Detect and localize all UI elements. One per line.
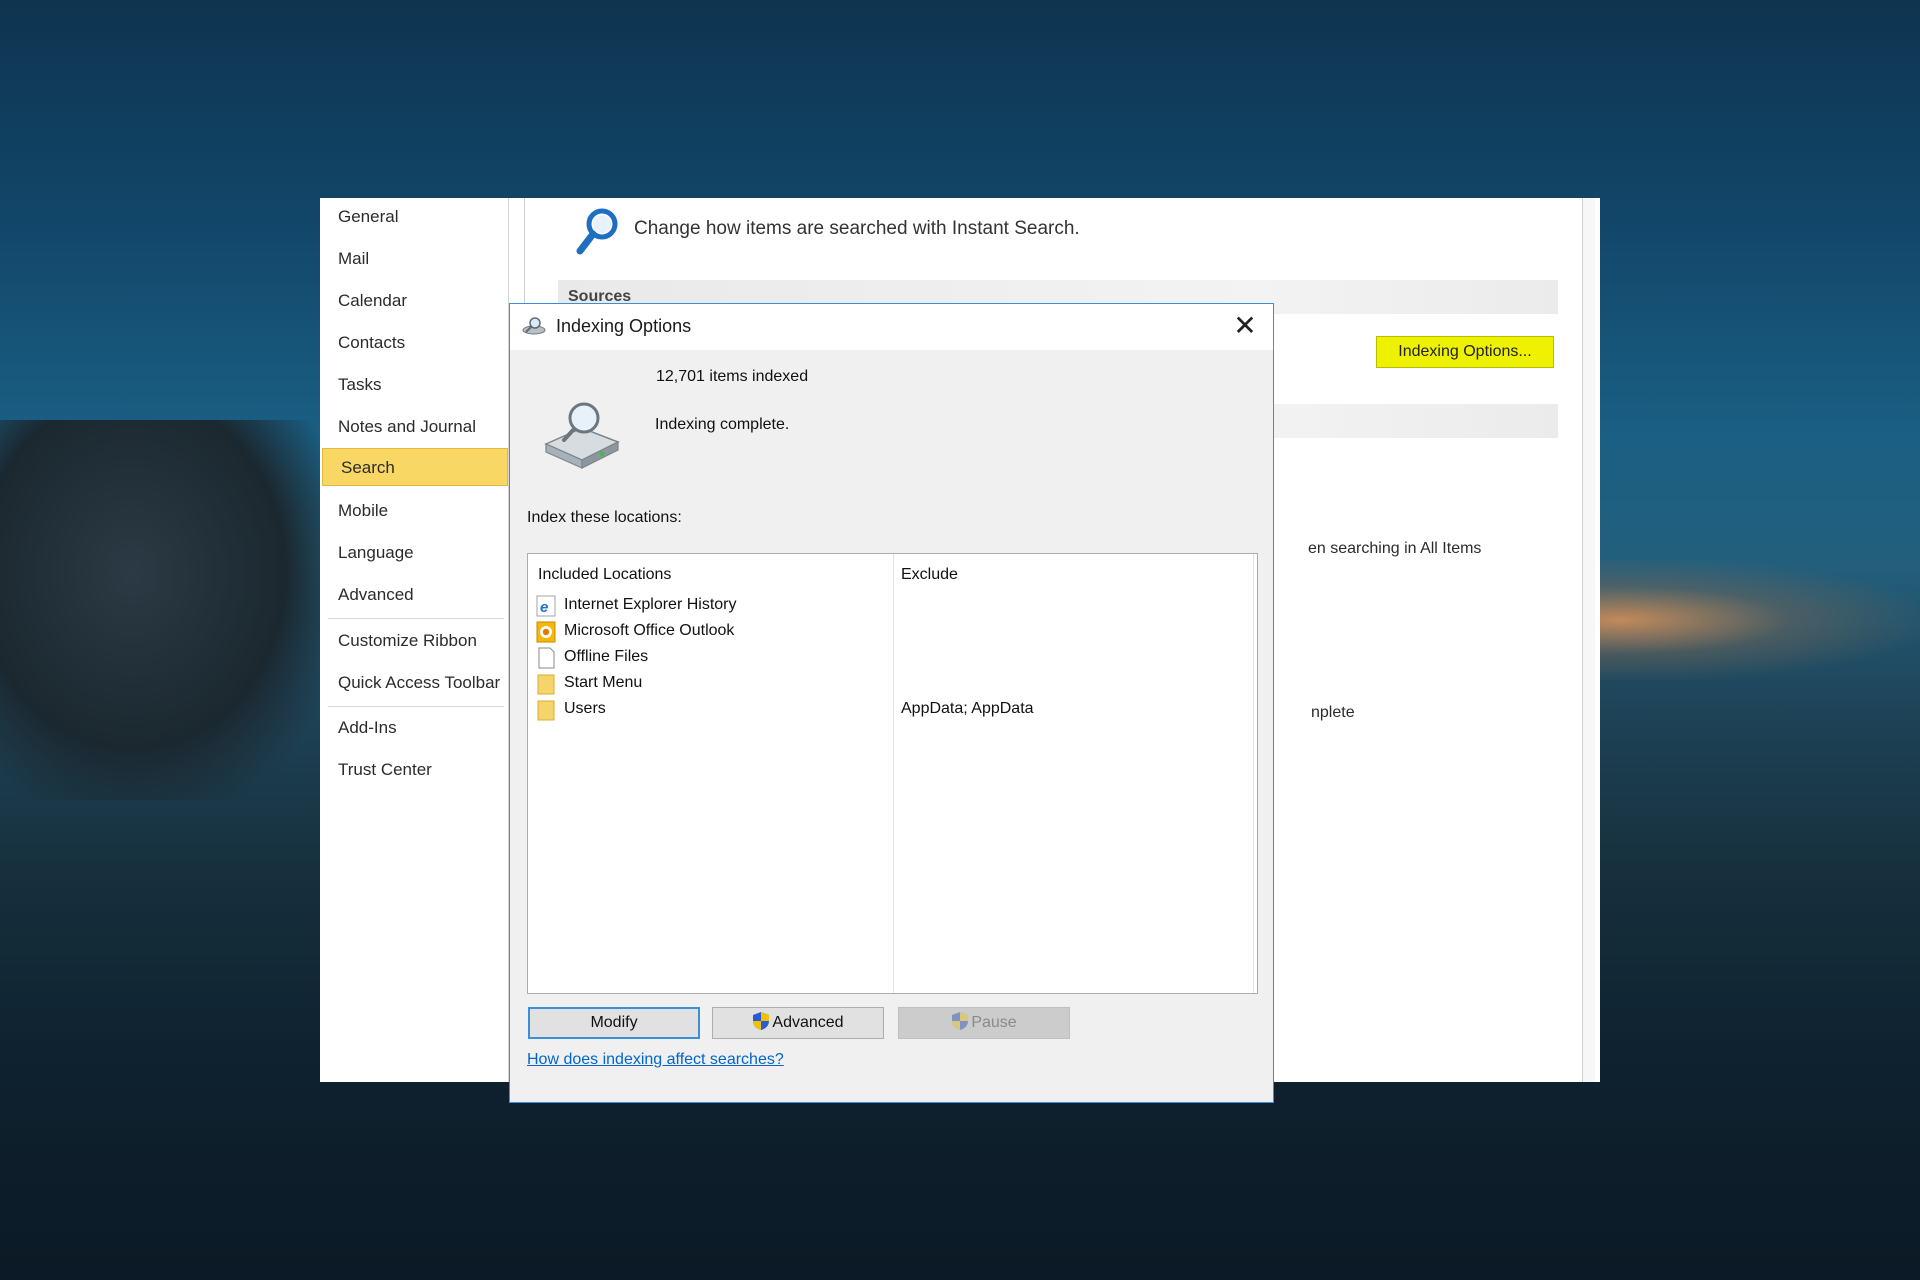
- location-name: Microsoft Office Outlook: [564, 622, 735, 639]
- nav-item-mobile[interactable]: Mobile: [320, 492, 508, 530]
- advanced-button[interactable]: Advanced: [712, 1007, 884, 1039]
- nav-item-general[interactable]: General: [320, 198, 508, 236]
- column-header-included[interactable]: Included Locations: [538, 566, 671, 584]
- pause-label: Pause: [971, 1014, 1017, 1031]
- table-row[interactable]: Start Menu: [536, 671, 896, 697]
- all-items-option-text: en searching in All Items: [1308, 540, 1482, 557]
- items-indexed-count: 12,701 items indexed: [656, 368, 809, 385]
- location-name: Start Menu: [564, 674, 643, 691]
- indexing-status: Indexing complete.: [655, 416, 790, 433]
- locations-label: Index these locations:: [527, 509, 682, 526]
- advanced-label: Advanced: [772, 1014, 844, 1031]
- nav-item-quick-access-toolbar[interactable]: Quick Access Toolbar: [320, 664, 508, 702]
- outlook-icon: [536, 621, 556, 643]
- pause-button[interactable]: Pause: [898, 1007, 1070, 1039]
- nav-item-mail[interactable]: Mail: [320, 240, 508, 278]
- location-name: Internet Explorer History: [564, 596, 737, 613]
- ie-icon: e: [536, 595, 556, 617]
- nav-divider: [328, 618, 504, 619]
- dialog-title-bar: Indexing Options ✕: [510, 304, 1273, 350]
- nav-divider: [328, 706, 504, 707]
- nav-item-calendar[interactable]: Calendar: [320, 282, 508, 320]
- locations-table: Included Locations Exclude e Internet Ex…: [527, 553, 1258, 994]
- nav-item-tasks[interactable]: Tasks: [320, 366, 508, 404]
- background-rock: [0, 420, 330, 800]
- nav-item-contacts[interactable]: Contacts: [320, 324, 508, 362]
- table-row[interactable]: Users: [536, 697, 896, 723]
- nav-item-advanced[interactable]: Advanced: [320, 576, 508, 614]
- file-icon: [538, 647, 555, 669]
- nav-item-add-ins[interactable]: Add-Ins: [320, 709, 508, 747]
- table-row[interactable]: e Internet Explorer History: [536, 593, 896, 619]
- options-nav: General Mail Calendar Contacts Tasks Not…: [320, 198, 509, 1082]
- dialog-title: Indexing Options: [556, 316, 692, 336]
- table-row[interactable]: Microsoft Office Outlook: [536, 619, 896, 645]
- modify-button[interactable]: Modify: [528, 1007, 700, 1039]
- uac-shield-icon: [753, 1012, 770, 1030]
- indexing-options-dialog: Indexing Options ✕ 12,701 items indexed …: [509, 303, 1274, 1103]
- svg-text:e: e: [540, 599, 548, 616]
- nav-item-customize-ribbon[interactable]: Customize Ribbon: [320, 622, 508, 660]
- nav-item-language[interactable]: Language: [320, 534, 508, 572]
- search-options-heading: Change how items are searched with Insta…: [634, 218, 1080, 239]
- nav-item-notes-journal[interactable]: Notes and Journal: [320, 408, 508, 446]
- close-icon: ✕: [1233, 310, 1257, 341]
- table-row[interactable]: Offline Files: [536, 645, 896, 671]
- close-button[interactable]: ✕: [1225, 308, 1265, 346]
- indexing-options-button[interactable]: Indexing Options...: [1376, 336, 1554, 368]
- folder-icon: [537, 674, 555, 695]
- indexing-icon: [522, 317, 546, 335]
- folder-icon: [537, 700, 555, 721]
- nav-item-search[interactable]: Search: [322, 448, 508, 486]
- exclude-value: AppData; AppData: [901, 700, 1034, 717]
- modify-label: Modify: [590, 1014, 638, 1031]
- complete-option-text: nplete: [1311, 704, 1355, 721]
- location-name: Offline Files: [564, 648, 649, 665]
- vertical-scrollbar[interactable]: [1582, 198, 1595, 1082]
- uac-shield-icon: [952, 1012, 969, 1030]
- magnifier-icon: [576, 208, 618, 255]
- nav-item-trust-center[interactable]: Trust Center: [320, 751, 508, 789]
- column-divider: [1253, 554, 1254, 993]
- column-header-exclude[interactable]: Exclude: [901, 566, 958, 584]
- indexed-drive-icon: [544, 402, 620, 469]
- location-name: Users: [564, 700, 606, 717]
- indexing-help-link[interactable]: How does indexing affect searches?: [527, 1051, 784, 1069]
